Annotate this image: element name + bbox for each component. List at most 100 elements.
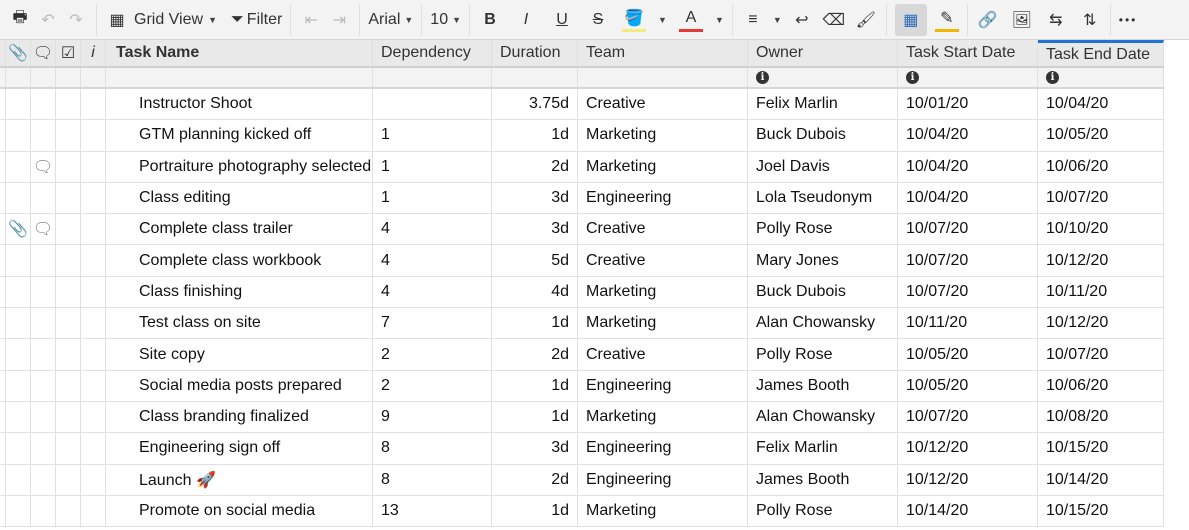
team-cell[interactable]: Engineering [578,182,748,214]
header-start-date[interactable]: Task Start Date [898,40,1038,66]
duration-cell[interactable]: 2d [492,339,578,370]
owner-cell[interactable]: James Booth [748,370,898,401]
outdent-icon[interactable]: ⇤ [299,8,323,32]
proofing-cell[interactable] [56,214,81,245]
team-cell[interactable]: Creative [578,89,748,120]
table-row[interactable]: Engineering sign off 8 3d Engineering Felix … [0,433,1164,465]
team-cell[interactable]: Creative [578,214,748,245]
table-row[interactable]: GTM planning kicked off 1 1d Marketing Buck … [0,120,1164,152]
end-date-cell[interactable]: 10/14/20 [1038,464,1164,495]
team-cell[interactable]: Creative [578,339,748,370]
table-row[interactable]: Class branding finalized 9 1d Marketing Alan… [0,401,1164,434]
italic-button[interactable]: I [514,8,538,32]
duration-cell[interactable]: 1d [492,120,578,151]
attachment-icon[interactable] [6,433,31,464]
task-name-cell[interactable]: Class finishing [106,276,373,308]
start-date-cell[interactable]: 10/11/20 [898,308,1038,339]
table-row[interactable]: Complete class workbook 4 5d Creative Mary J… [0,245,1164,277]
print-icon[interactable]: 🖶 [8,8,32,32]
task-name-cell[interactable]: Class editing [106,182,373,214]
filter-button[interactable]: ⏷ Filter [231,11,282,29]
table-row[interactable]: 📎 🗨 Complete class trailer 4 3d Creative Polly… [0,214,1164,246]
dependency-cell[interactable]: 4 [373,214,492,245]
attachment-icon[interactable] [6,120,31,151]
task-name-cell[interactable]: Complete class workbook [106,245,373,276]
info-cell[interactable] [81,214,106,245]
start-date-cell[interactable]: 10/07/20 [898,401,1038,433]
table-row[interactable]: Instructor Shoot 3.75d Creative Felix Marli… [0,89,1164,121]
duration-cell[interactable]: 5d [492,245,578,276]
proofing-cell[interactable] [56,245,81,276]
duration-cell[interactable]: 1d [492,308,578,339]
info-cell[interactable] [81,433,106,464]
start-date-cell[interactable]: 10/05/20 [898,370,1038,401]
task-name-cell[interactable]: Promote on social media [106,495,373,527]
end-date-cell[interactable]: 10/06/20 [1038,370,1164,401]
comment-icon[interactable] [31,339,56,370]
owner-cell[interactable]: Felix Marlin [748,89,898,120]
comment-icon[interactable]: 🗨 [31,214,56,245]
info-cell[interactable] [81,370,106,401]
proofing-cell[interactable] [56,308,81,339]
info-cell[interactable] [81,339,106,370]
end-date-cell[interactable]: 10/12/20 [1038,308,1164,339]
font-size-select[interactable]: 10 ▼ [422,0,469,40]
indent-icon[interactable]: ⇥ [327,8,351,32]
proofing-cell[interactable] [56,120,81,151]
owner-cell[interactable]: Polly Rose [748,495,898,527]
team-cell[interactable]: Creative [578,245,748,276]
font-color-button[interactable]: A [678,8,703,32]
info-icon[interactable]: i [906,71,919,84]
attachment-icon[interactable] [6,339,31,370]
start-date-cell[interactable]: 10/04/20 [898,120,1038,151]
more-button[interactable]: ••• [1119,13,1138,27]
proofing-cell[interactable] [56,89,81,120]
duration-cell[interactable]: 3d [492,182,578,214]
start-date-cell[interactable]: 10/01/20 [898,89,1038,120]
end-date-cell[interactable]: 10/06/20 [1038,151,1164,182]
owner-cell[interactable]: Joel Davis [748,151,898,182]
clear-format-icon[interactable]: ⌫ [822,8,846,32]
header-duration[interactable]: Duration [492,40,578,66]
header-team[interactable]: Team [578,40,748,66]
info-cell[interactable] [81,120,106,151]
table-row[interactable]: Launch 🚀 8 2d Engineering James Booth 10/12/2… [0,464,1164,496]
comment-icon[interactable] [31,120,56,151]
dependency-cell[interactable]: 2 [373,339,492,370]
comment-icon[interactable] [31,370,56,401]
comment-icon[interactable] [31,308,56,339]
task-name-cell[interactable]: GTM planning kicked off [106,120,373,151]
owner-cell[interactable]: Polly Rose [748,214,898,245]
proofing-cell[interactable] [56,339,81,370]
task-name-cell[interactable]: Engineering sign off [106,433,373,464]
fill-color-icon[interactable]: 🪣 [622,8,647,32]
proofing-cell[interactable] [56,401,81,433]
info-cell[interactable] [81,276,106,308]
attachment-icon[interactable] [6,495,31,527]
proofing-cell[interactable] [56,182,81,214]
proofing-cell[interactable] [56,370,81,401]
start-date-cell[interactable]: 10/04/20 [898,151,1038,182]
proofing-cell[interactable] [56,495,81,527]
table-row[interactable]: Promote on social media 13 1d Marketing Poll… [0,495,1164,528]
start-date-cell[interactable]: 10/14/20 [898,495,1038,527]
dependency-cell[interactable]: 8 [373,433,492,464]
indent-row-icon[interactable]: ⇆ [1044,8,1068,32]
duration-cell[interactable]: 2d [492,464,578,495]
table-row[interactable]: Social media posts prepared 2 1d Engineerin… [0,370,1164,402]
start-date-cell[interactable]: 10/07/20 [898,276,1038,308]
dependency-cell[interactable]: 9 [373,401,492,433]
info-icon[interactable]: i [1046,71,1059,84]
dependency-cell[interactable]: 4 [373,245,492,276]
attachment-icon[interactable]: 📎 [6,214,31,245]
task-name-cell[interactable]: Instructor Shoot [106,89,373,120]
table-row[interactable]: Class editing 1 3d Engineering Lola Tseudony… [0,182,1164,215]
comment-icon[interactable] [31,89,56,120]
info-cell[interactable] [81,245,106,276]
end-date-cell[interactable]: 10/15/20 [1038,495,1164,527]
team-cell[interactable]: Marketing [578,495,748,527]
info-cell[interactable] [81,464,106,495]
attachment-icon[interactable] [6,276,31,308]
comment-icon[interactable] [31,401,56,433]
duration-cell[interactable]: 3.75d [492,89,578,120]
